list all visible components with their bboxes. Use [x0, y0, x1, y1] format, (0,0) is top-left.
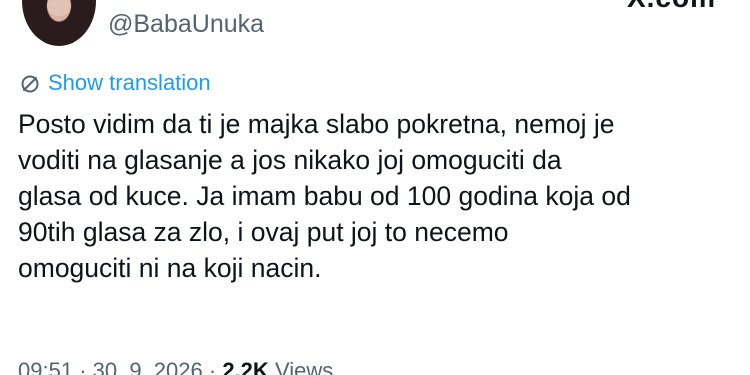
tweet-text: Posto vidim da ti je majka slabo pokretn… [18, 109, 631, 283]
avatar[interactable] [22, 0, 96, 46]
show-translation-link[interactable]: Show translation [20, 70, 211, 96]
meta-separator: · [79, 358, 87, 375]
globe-icon [20, 74, 40, 94]
tweet-date[interactable]: 30. 9. 2026 [93, 358, 203, 375]
user-handle[interactable]: @BabaUnuka [108, 10, 264, 39]
show-translation-label: Show translation [48, 70, 211, 95]
top-right-label: X.com [627, 0, 716, 14]
meta-separator-2: · [208, 358, 217, 375]
tweet-time[interactable]: 09:51 [18, 358, 73, 375]
tweet-meta: 09:51 · 30. 9. 2026 · 2.2K Views [18, 358, 333, 375]
views-count: 2.2K [222, 358, 269, 375]
tweet-card: @BabaUnuka X.com Show translation Posto … [0, 0, 750, 375]
views-label: Views [274, 358, 334, 375]
